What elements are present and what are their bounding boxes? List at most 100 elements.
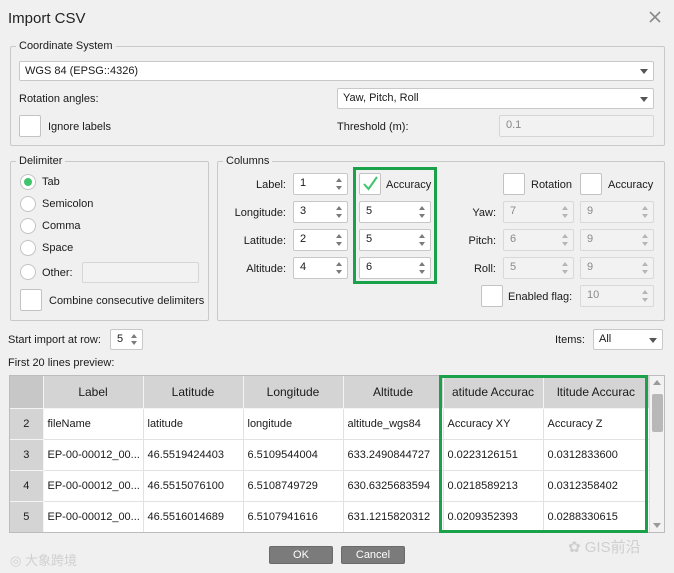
table-cell: Accuracy XY xyxy=(443,408,544,440)
column-header[interactable]: Latitude xyxy=(143,376,244,409)
yaw-accuracy-spinner[interactable]: 9 xyxy=(580,201,654,223)
roll-label: Roll: xyxy=(473,263,496,275)
label-column-spinner[interactable]: 1 xyxy=(293,173,348,195)
enabled-flag-label: Enabled flag: xyxy=(508,291,573,303)
yaw-spinner[interactable]: 7 xyxy=(503,201,574,223)
delimiter-space-radio[interactable] xyxy=(20,240,36,256)
ignore-labels-checkbox[interactable] xyxy=(19,115,41,137)
pitch-label: Pitch: xyxy=(468,235,496,247)
delimiter-other-label: Other: xyxy=(42,267,73,279)
table-cell: 46.5519424403 xyxy=(143,439,244,471)
table-cell: 0.0288330615 xyxy=(543,501,650,532)
rotation-accuracy-checkbox[interactable] xyxy=(580,173,602,195)
spinner-arrows-icon[interactable] xyxy=(641,288,650,304)
rotation-checkbox[interactable] xyxy=(503,173,525,195)
table-cell: 630.6325683594 xyxy=(343,470,444,502)
table-row: 3 EP-00-00012_00... 46.5519424403 6.5109… xyxy=(10,439,650,471)
pitch-accuracy-spinner[interactable]: 9 xyxy=(580,229,654,251)
table-cell: 46.5516014689 xyxy=(143,501,244,532)
spinner-arrows-icon[interactable] xyxy=(561,260,570,276)
latitude-column-value: 2 xyxy=(300,233,307,245)
column-header[interactable]: atitude Accurac xyxy=(443,376,544,409)
preview-table: Label Latitude Longitude Altitude atitud… xyxy=(10,376,650,532)
longitude-accuracy-spinner[interactable]: 5 xyxy=(359,201,431,223)
spinner-arrows-icon[interactable] xyxy=(335,260,344,276)
items-select[interactable]: All xyxy=(593,329,663,350)
chevron-down-icon xyxy=(649,337,657,343)
spinner-arrows-icon[interactable] xyxy=(335,176,344,192)
spinner-arrows-icon[interactable] xyxy=(418,260,427,276)
altitude-column-spinner[interactable]: 4 xyxy=(293,257,348,279)
spinner-arrows-icon[interactable] xyxy=(641,204,650,220)
dialog-title: Import CSV xyxy=(8,10,86,27)
spinner-arrows-icon[interactable] xyxy=(641,232,650,248)
pitch-spinner[interactable]: 6 xyxy=(503,229,574,251)
spinner-arrows-icon[interactable] xyxy=(561,204,570,220)
delimiter-semicolon-radio[interactable] xyxy=(20,196,36,212)
roll-accuracy-spinner[interactable]: 9 xyxy=(580,257,654,279)
table-cell: 631.1215820312 xyxy=(343,501,444,532)
combine-delimiters-checkbox[interactable] xyxy=(20,289,42,311)
roll-spinner[interactable]: 5 xyxy=(503,257,574,279)
delimiter-comma-radio[interactable] xyxy=(20,218,36,234)
longitude-column-spinner[interactable]: 3 xyxy=(293,201,348,223)
spinner-arrows-icon[interactable] xyxy=(130,332,139,347)
delimiter-space-label: Space xyxy=(42,242,74,254)
table-cell: 0.0209352393 xyxy=(443,501,544,532)
column-header[interactable]: ltitude Accurac xyxy=(543,376,650,409)
delimiter-other-radio[interactable] xyxy=(20,264,36,280)
table-row: 2 fileName latitude longitude altitude_w… xyxy=(10,408,650,440)
spinner-arrows-icon[interactable] xyxy=(418,204,427,220)
latitude-accuracy-spinner[interactable]: 5 xyxy=(359,229,431,251)
row-header: 2 xyxy=(10,408,44,440)
column-header[interactable]: Altitude xyxy=(343,376,444,409)
enabled-flag-checkbox[interactable] xyxy=(481,285,503,307)
columns-legend: Columns xyxy=(223,155,273,167)
rotation-accuracy-label: Accuracy xyxy=(608,179,654,191)
row-header: 5 xyxy=(10,501,44,532)
spinner-arrows-icon[interactable] xyxy=(561,232,570,248)
watermark-right: ✿ GIS前沿 xyxy=(568,536,641,557)
preview-label: First 20 lines preview: xyxy=(8,357,115,369)
label-column-label: Label: xyxy=(256,179,286,191)
yaw-value: 7 xyxy=(510,205,517,217)
ignore-labels-label: Ignore labels xyxy=(48,121,111,133)
start-row-spinner[interactable]: 5 xyxy=(110,329,143,350)
crs-select[interactable]: WGS 84 (EPSG::4326) xyxy=(19,61,654,81)
accuracy-checkbox[interactable] xyxy=(359,173,381,195)
rotation-angles-select[interactable]: Yaw, Pitch, Roll xyxy=(337,88,654,109)
delimiter-legend: Delimiter xyxy=(16,155,66,167)
enabled-flag-value: 10 xyxy=(587,289,600,301)
chevron-down-icon xyxy=(640,69,648,74)
delimiter-comma-label: Comma xyxy=(42,220,81,232)
table-cell: EP-00-00012_00... xyxy=(43,439,144,471)
enabled-flag-spinner[interactable]: 10 xyxy=(580,285,654,307)
delimiter-other-input[interactable] xyxy=(82,262,199,283)
scrollbar-thumb[interactable] xyxy=(652,394,663,432)
column-header[interactable]: Longitude xyxy=(243,376,344,409)
altitude-accuracy-spinner[interactable]: 6 xyxy=(359,257,431,279)
ok-button[interactable]: OK xyxy=(269,546,333,564)
pitch-value: 6 xyxy=(510,233,517,245)
items-label: Items: xyxy=(555,334,585,346)
latitude-column-spinner[interactable]: 2 xyxy=(293,229,348,251)
longitude-column-label: Longitude: xyxy=(234,207,286,219)
spinner-arrows-icon[interactable] xyxy=(335,232,344,248)
spinner-arrows-icon[interactable] xyxy=(335,204,344,220)
threshold-input[interactable]: 0.1 xyxy=(499,115,654,137)
spinner-arrows-icon[interactable] xyxy=(418,232,427,248)
preview-scrollbar[interactable] xyxy=(649,376,664,532)
table-corner xyxy=(10,376,44,409)
scroll-up-icon[interactable] xyxy=(653,380,661,385)
roll-accuracy-value: 9 xyxy=(587,261,594,273)
pitch-accuracy-value: 9 xyxy=(587,233,594,245)
spinner-arrows-icon[interactable] xyxy=(641,260,650,276)
delimiter-tab-radio[interactable] xyxy=(20,174,36,190)
table-cell: EP-00-00012_00... xyxy=(43,501,144,532)
altitude-column-value: 4 xyxy=(300,261,307,273)
column-header[interactable]: Label xyxy=(43,376,144,409)
close-icon[interactable] xyxy=(646,8,664,26)
cancel-button[interactable]: Cancel xyxy=(341,546,405,564)
crs-value: WGS 84 (EPSG::4326) xyxy=(25,65,139,77)
scroll-down-icon[interactable] xyxy=(653,523,661,528)
